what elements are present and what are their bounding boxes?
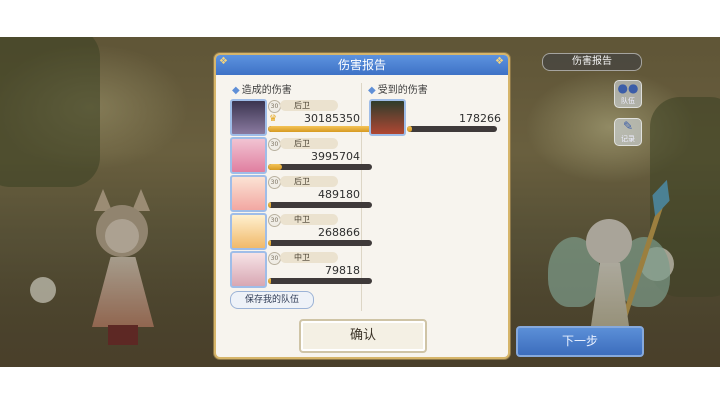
corner-ornament-icon: ❖: [495, 56, 504, 67]
character-portrait: [230, 137, 267, 174]
dealt-damage-row: 30 后卫 489180: [230, 175, 372, 212]
confirm-button[interactable]: 确认: [299, 319, 427, 353]
received-damage-row: 178266: [369, 99, 501, 136]
damage-value: 178266: [459, 112, 501, 125]
received-bar-fill: [407, 126, 413, 132]
character-portrait: [230, 251, 267, 288]
level-badge: 30: [268, 138, 281, 151]
log-button-label: 记录: [621, 135, 635, 143]
character-portrait: [230, 99, 267, 136]
bullet-icon: ◆: [368, 85, 376, 96]
bullet-icon: ◆: [232, 85, 240, 96]
level-badge: 30: [268, 100, 281, 113]
character-portrait: [230, 175, 267, 212]
position-tag: 中卫: [280, 252, 338, 263]
damage-bar: [268, 126, 372, 132]
position-tag: 中卫: [280, 214, 338, 225]
dealt-damage-row: 30 后卫 3995704: [230, 137, 372, 174]
damage-report-dialog: 伤害报告 ❖ ❖ ◆ 造成的伤害 ◆ 受到的伤害 30 后卫 ♛ 30185350 …: [214, 53, 510, 359]
damage-bar-fill: [268, 164, 282, 170]
column-divider: [361, 83, 362, 311]
dialog-title: 伤害报告: [216, 55, 508, 75]
damage-value: 30185350: [304, 112, 360, 125]
log-button[interactable]: ✎ 记录: [614, 118, 642, 146]
hud-damage-report-button[interactable]: 伤害报告: [542, 53, 642, 71]
team-button-label: 队伍: [621, 97, 635, 105]
damage-bar: [407, 126, 497, 132]
damage-bar: [268, 240, 372, 246]
damage-value: 268866: [318, 226, 360, 239]
enemy-portrait: [369, 99, 406, 136]
corner-ornament-icon: ❖: [219, 56, 228, 67]
damage-value: 489180: [318, 188, 360, 201]
save-team-button[interactable]: 保存我的队伍: [230, 291, 314, 309]
damage-bar-fill: [268, 240, 272, 246]
team-icon: ●●: [617, 81, 639, 95]
received-damage-heading: ◆ 受到的伤害: [368, 81, 428, 96]
next-button[interactable]: 下一步: [516, 326, 644, 357]
level-badge: 30: [268, 252, 281, 265]
character-portrait: [230, 213, 267, 250]
dealt-damage-heading-label: 造成的伤害: [241, 85, 292, 96]
damage-bar: [268, 278, 372, 284]
level-badge: 30: [268, 176, 281, 189]
dealt-damage-row: 30 中卫 79818: [230, 251, 372, 288]
dealt-damage-row: 30 后卫 ♛ 30185350: [230, 99, 372, 136]
damage-value: 79818: [325, 264, 360, 277]
damage-bar-fill: [268, 126, 372, 132]
position-tag: 后卫: [280, 138, 338, 149]
received-damage-heading-label: 受到的伤害: [377, 85, 428, 96]
dealt-damage-heading: ◆ 造成的伤害: [232, 81, 292, 96]
log-icon: ✎: [622, 119, 634, 133]
level-badge: 30: [268, 214, 281, 227]
crown-icon: ♛: [269, 114, 278, 124]
position-tag: 后卫: [280, 176, 338, 187]
damage-value: 3995704: [311, 150, 360, 163]
dealt-damage-row: 30 中卫 268866: [230, 213, 372, 250]
damage-bar-fill: [268, 202, 272, 208]
damage-bar: [268, 164, 372, 170]
damage-bar-fill: [268, 278, 272, 284]
position-tag: 后卫: [280, 100, 338, 111]
damage-bar: [268, 202, 372, 208]
team-button[interactable]: ●● 队伍: [614, 80, 642, 108]
